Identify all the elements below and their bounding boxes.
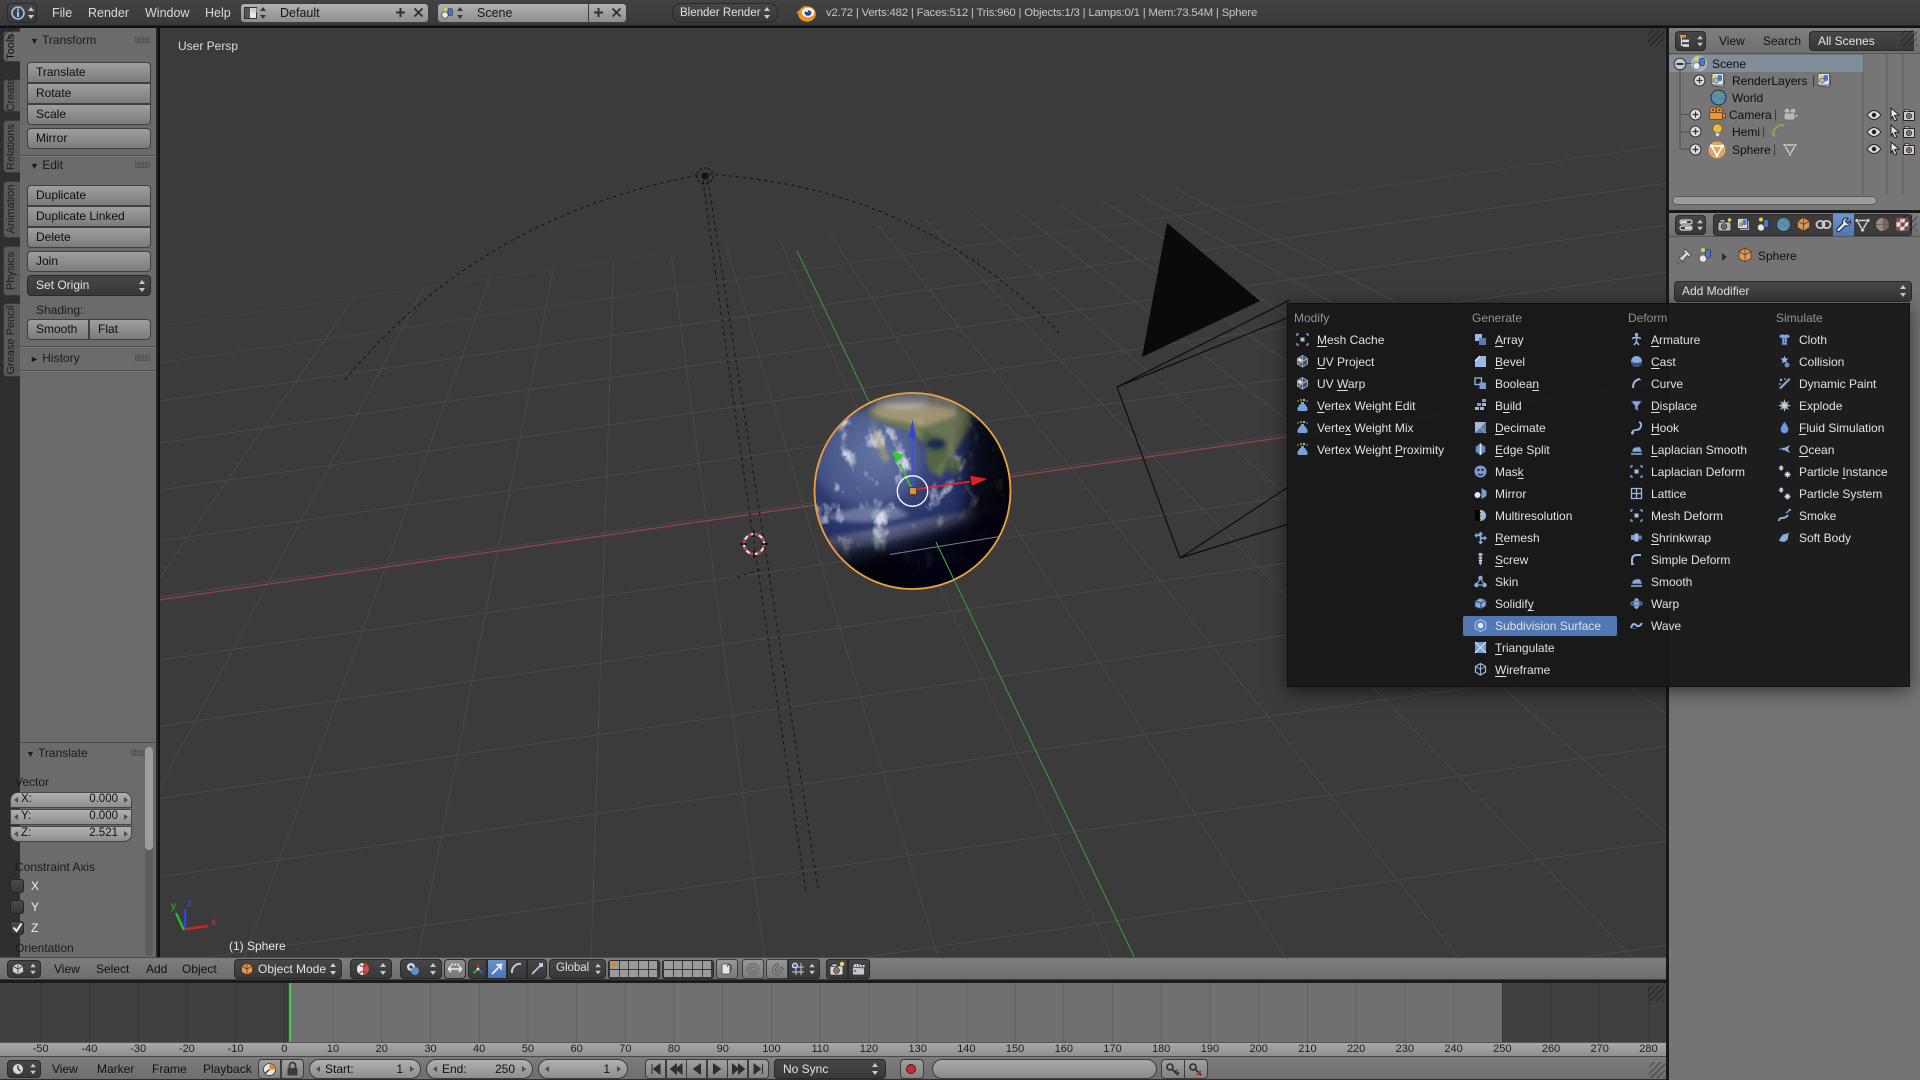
svg-text:1: 1 (1783, 338, 1787, 345)
svg-text:y: y (171, 901, 176, 912)
svg-text:z: z (187, 898, 192, 909)
svg-text:x: x (211, 917, 216, 928)
